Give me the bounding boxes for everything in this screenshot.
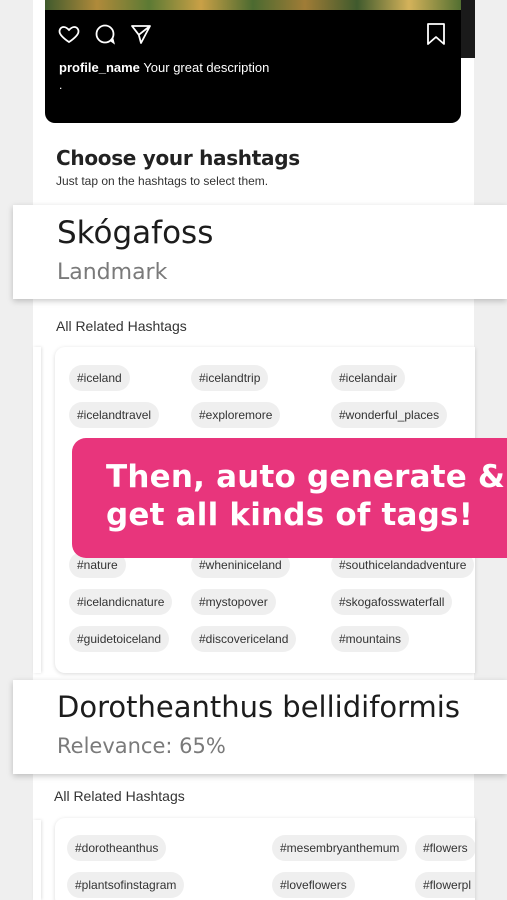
hashtag-chip[interactable]: #dorotheanthus — [67, 835, 167, 861]
entity-name: Skógafoss — [57, 215, 214, 251]
caption-dot: . — [59, 78, 63, 92]
choose-title: Choose your hashtags — [56, 146, 300, 170]
hashtag-chip[interactable]: #icelandtrip — [191, 365, 269, 391]
post-description: Your great description — [143, 60, 270, 75]
entity-card-skogafoss[interactable]: Skógafoss Landmark — [13, 205, 507, 299]
related-hashtags-label: All Related Hashtags — [56, 318, 187, 334]
post-preview: profile_name Your great description . — [45, 10, 461, 123]
hashtag-chip[interactable]: #mountains — [331, 626, 410, 652]
hashtag-chip[interactable]: #guidetoiceland — [69, 626, 170, 652]
share-icon[interactable] — [129, 22, 153, 46]
promo-line-1: Then, auto generate & — [106, 459, 506, 495]
hashtag-chip[interactable]: #plantsofinstagram — [67, 872, 185, 898]
photo-edge — [461, 0, 475, 58]
card-edge — [33, 347, 41, 673]
profile-name: profile_name — [59, 60, 140, 75]
related-hashtags-label: All Related Hashtags — [54, 788, 185, 804]
hashtag-chip[interactable]: #exploremore — [191, 402, 281, 428]
entity-card-dorotheanthus[interactable]: Dorotheanthus bellidiformis Relevance: 6… — [13, 680, 507, 774]
comment-icon[interactable] — [93, 22, 117, 46]
hashtag-chip[interactable]: #icelandicnature — [69, 589, 173, 615]
hashtag-chip[interactable]: #mesembryanthemum — [272, 835, 408, 861]
heart-icon[interactable] — [57, 22, 81, 46]
bookmark-icon[interactable] — [425, 22, 447, 46]
post-caption: profile_name Your great description — [59, 60, 269, 75]
hashtag-chip[interactable]: #loveflowers — [272, 872, 355, 898]
hashtag-chip[interactable]: #mystopover — [191, 589, 276, 615]
hashtag-chip[interactable]: #icelandair — [331, 365, 406, 391]
entity-name: Dorotheanthus bellidiformis — [57, 690, 460, 724]
entity-type: Landmark — [57, 260, 168, 285]
hashtag-chip[interactable]: #iceland — [69, 365, 130, 391]
hashtag-chip[interactable]: #icelandtravel — [69, 402, 160, 428]
promo-banner: Then, auto generate & get all kinds of t… — [72, 438, 507, 558]
hashtag-chip[interactable]: #discovericeland — [191, 626, 297, 652]
hashtags-box: #dorotheanthus #mesembryanthemum #flower… — [55, 818, 475, 900]
hashtag-chip[interactable]: #flowerpl — [415, 872, 475, 898]
post-actions — [57, 22, 153, 46]
hashtag-chip[interactable]: #flowers — [415, 835, 475, 861]
hashtag-chip[interactable]: #wonderful_places — [331, 402, 448, 428]
card-edge — [33, 820, 41, 900]
promo-line-2: get all kinds of tags! — [106, 497, 474, 533]
choose-subtitle: Just tap on the hashtags to select them. — [56, 174, 269, 188]
entity-relevance: Relevance: 65% — [57, 734, 226, 758]
hashtag-chip[interactable]: #skogafosswaterfall — [331, 589, 453, 615]
